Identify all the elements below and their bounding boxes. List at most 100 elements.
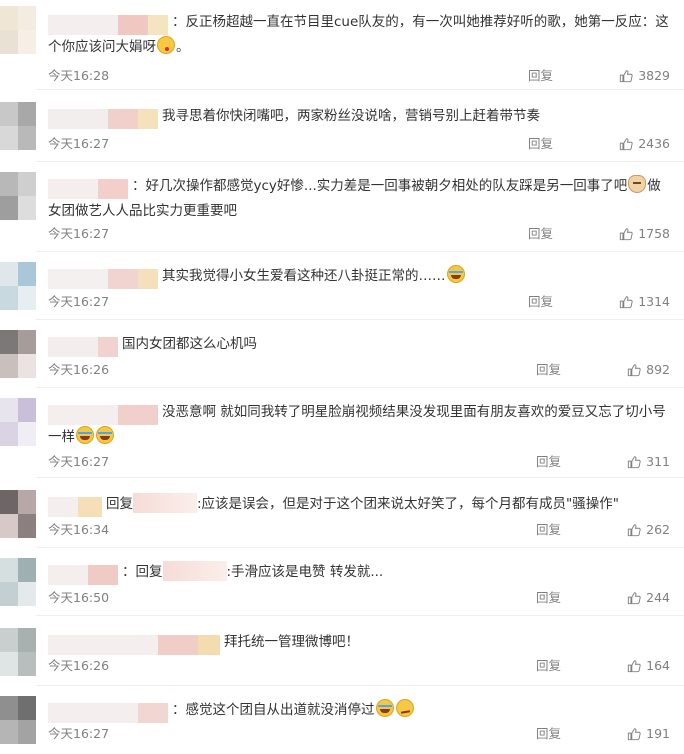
- username-blur: [48, 635, 158, 655]
- like-button[interactable]: 1314: [619, 292, 670, 312]
- comment-text: ：感觉这个团自从出道就没消停过: [48, 698, 672, 723]
- avatar-pixel: [18, 262, 36, 286]
- like-button[interactable]: 892: [627, 360, 670, 380]
- comment-text: 其实我觉得小女生爱看这种还八卦挺正常的……: [48, 264, 672, 289]
- timestamp: 今天16:34: [48, 522, 110, 537]
- reply-button[interactable]: 回复: [536, 452, 561, 472]
- avatar[interactable]: [0, 490, 36, 538]
- username-blur: [48, 703, 138, 723]
- comment-body: :手滑应该是电赞 转发就...: [226, 564, 384, 580]
- avatar-pixel: [0, 126, 18, 150]
- reply-button[interactable]: 回复: [528, 66, 553, 86]
- comment-body: 其实我觉得小女生爱看这种还八卦挺正常的……: [162, 268, 446, 284]
- comment-body: 国内女团都这么心机吗: [122, 336, 257, 352]
- avatar-pixel: [18, 652, 36, 676]
- username-blur: [138, 269, 158, 289]
- like-button[interactable]: 311: [627, 452, 670, 472]
- username-link[interactable]: [48, 179, 128, 199]
- username-blur: [48, 179, 98, 199]
- avatar[interactable]: [0, 6, 36, 54]
- reply-button[interactable]: 回复: [528, 134, 553, 154]
- reply-button[interactable]: 回复: [528, 224, 553, 244]
- avatar-pixel: [18, 286, 36, 310]
- comment-meta: 今天16:27 回复 311: [48, 452, 670, 472]
- comment-item: ：回复:手滑应该是电赞 转发就... 今天16:50 回复 244: [0, 548, 684, 616]
- username-link[interactable]: [48, 109, 158, 129]
- like-button[interactable]: 3829: [619, 66, 670, 86]
- avatar[interactable]: [0, 330, 36, 378]
- reply-button[interactable]: 回复: [536, 520, 561, 540]
- reply-button[interactable]: 回复: [536, 724, 561, 744]
- username-link[interactable]: [48, 635, 220, 655]
- username-link[interactable]: [48, 405, 158, 425]
- avatar-pixel: [0, 628, 18, 652]
- avatar-pixel: [0, 514, 18, 538]
- username-link[interactable]: [48, 497, 102, 517]
- avatar-pixel: [0, 262, 18, 286]
- comment-text: 我寻思着你快闭嘴吧，两家粉丝没说啥，营销号别上赶着带节奏: [48, 104, 672, 129]
- username-link[interactable]: [48, 15, 168, 35]
- avatar-pixel: [18, 558, 36, 582]
- avatar-pixel: [0, 172, 18, 196]
- username-link[interactable]: [48, 337, 118, 357]
- comment-text: 没恶意啊 就如同我转了明星脸崩视频结果没发现里面有朋友喜欢的爱豆又忘了切小号一样: [48, 400, 672, 449]
- reply-to-username-link[interactable]: [162, 561, 227, 581]
- avatar[interactable]: [0, 696, 36, 744]
- avatar[interactable]: [0, 102, 36, 150]
- username-blur: [88, 565, 118, 585]
- username-blur: [138, 703, 168, 723]
- reply-button[interactable]: 回复: [536, 656, 561, 676]
- like-button[interactable]: 1758: [619, 224, 670, 244]
- reply-word: 回复: [106, 496, 133, 512]
- thumbs-up-icon: [620, 138, 633, 151]
- username-link[interactable]: [48, 269, 158, 289]
- avatar-pixel: [0, 422, 18, 446]
- avatar-pixel: [18, 330, 36, 354]
- reply-to-username-link[interactable]: [133, 493, 197, 513]
- like-button[interactable]: 262: [627, 520, 670, 540]
- username-link[interactable]: [48, 703, 168, 723]
- like-button[interactable]: 164: [627, 656, 670, 676]
- comment-meta: 今天16:27 回复 1758: [48, 224, 670, 244]
- username-blur: [148, 15, 168, 35]
- comment-item: 拜托统一管理微博吧！ 今天16:26 回复 164: [0, 618, 684, 686]
- reply-button[interactable]: 回复: [536, 588, 561, 608]
- like-count: 262: [646, 522, 670, 537]
- avatar-pixel: [18, 720, 36, 744]
- avatar[interactable]: [0, 398, 36, 446]
- like-button[interactable]: 244: [627, 588, 670, 608]
- username-blur: [78, 497, 102, 517]
- thumbs-up-icon: [620, 70, 633, 83]
- thumbs-up-icon: [620, 296, 633, 309]
- like-count: 311: [646, 454, 670, 469]
- thumbs-up-icon: [627, 660, 641, 673]
- avatar[interactable]: [0, 558, 36, 606]
- avatar-pixel: [0, 354, 18, 378]
- username-blur: [98, 337, 118, 357]
- avatar[interactable]: [0, 262, 36, 310]
- avatar-pixel: [18, 582, 36, 606]
- timestamp: 今天16:50: [48, 590, 110, 605]
- reply-button[interactable]: 回复: [528, 292, 553, 312]
- like-count: 1314: [638, 294, 670, 309]
- timestamp: 今天16:27: [48, 136, 110, 151]
- like-button[interactable]: 191: [627, 724, 670, 744]
- avatar-pixel: [0, 582, 18, 606]
- username-blur: [118, 405, 158, 425]
- timestamp: 今天16:27: [48, 294, 110, 309]
- avatar-pixel: [18, 126, 36, 150]
- comment-item: ：好几次操作都感觉ycy好惨...实力差是一回事被朝夕相处的队友踩是另一回事了吧…: [0, 162, 684, 252]
- username-link[interactable]: [48, 565, 118, 585]
- like-button[interactable]: 2436: [619, 134, 670, 154]
- reply-word: 回复: [135, 564, 163, 580]
- reply-button[interactable]: 回复: [536, 360, 561, 380]
- thumbs-up-icon: [627, 728, 641, 741]
- avatar[interactable]: [0, 172, 36, 220]
- avatar[interactable]: [0, 628, 36, 676]
- comment-item: 我寻思着你快闭嘴吧，两家粉丝没说啥，营销号别上赶着带节奏今天16:27 回复 243…: [0, 92, 684, 162]
- comment-item: ：反正杨超越一直在节目里cue队友的，有一次叫她推荐好听的歌，她第一反应：这个你…: [0, 0, 684, 90]
- divider: [36, 615, 684, 616]
- comment-text: 回复:应该是误会，但是对于这个团来说太好笑了，每个月都有成员"骚操作": [48, 492, 672, 517]
- comment-meta: 今天16:34 回复 262: [48, 520, 670, 540]
- timestamp: 今天16:27: [48, 226, 110, 241]
